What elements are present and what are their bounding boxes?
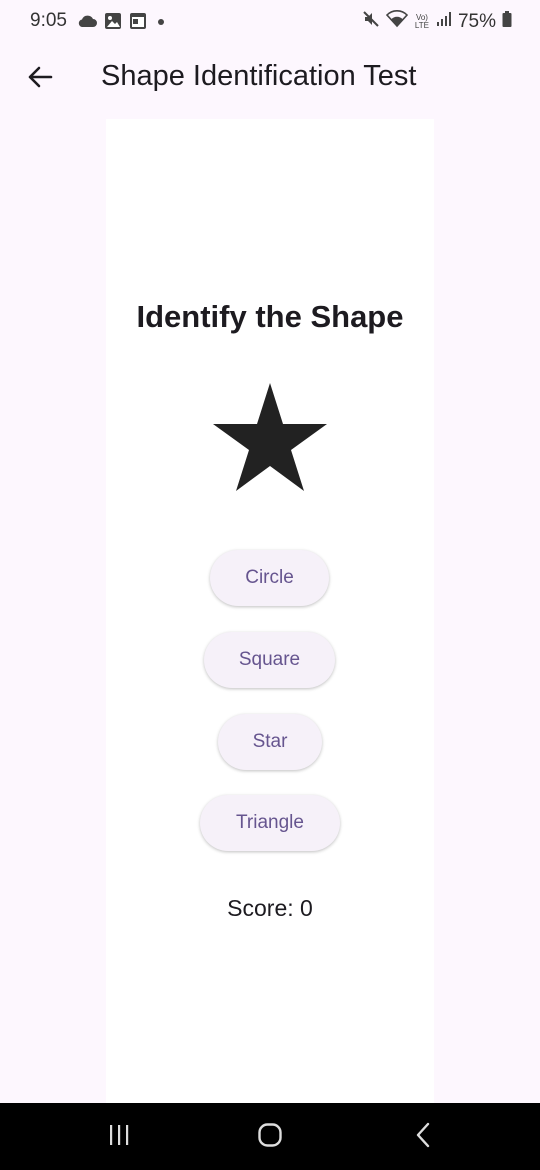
page-title: Shape Identification Test [101,60,417,92]
quiz-panel: Identify the Shape Circle Square Star Tr… [106,119,434,1104]
volte-label: Vo) LTE [414,12,429,30]
mute-icon [362,10,380,33]
arrow-left-icon [26,63,54,96]
option-circle-button[interactable]: Circle [210,550,329,606]
status-right: Vo) LTE 75% [362,10,512,33]
dot-icon [154,14,168,33]
recent-apps-button[interactable] [99,1121,139,1153]
quiz-heading: Identify the Shape [136,299,404,334]
wifi-icon [385,10,409,33]
battery-icon [502,10,512,33]
cloud-icon [77,14,97,33]
battery-percent: 75% [457,10,496,32]
signal-icon [436,11,452,32]
recent-apps-icon [107,1124,131,1151]
score-text: Score: 0 [227,895,313,921]
option-triangle-button[interactable]: Triangle [200,795,340,851]
option-square-button[interactable]: Square [204,632,335,688]
back-button[interactable] [18,57,62,101]
window-icon [129,12,147,35]
status-bar: 9:05 Vo) LTE 75% [0,0,540,44]
system-nav-bar [0,1103,540,1170]
home-button[interactable] [250,1121,290,1153]
star-icon [211,381,329,493]
app-bar: Shape Identification Test [0,44,540,114]
status-left-icons [77,12,168,35]
gallery-icon [104,12,122,35]
back-nav-button[interactable] [403,1121,443,1153]
screen: 9:05 Vo) LTE 75% Shape Identification Te… [0,0,540,1170]
back-nav-icon [415,1122,431,1153]
status-time: 9:05 [30,10,67,31]
home-icon [257,1122,283,1153]
option-star-button[interactable]: Star [218,714,322,770]
